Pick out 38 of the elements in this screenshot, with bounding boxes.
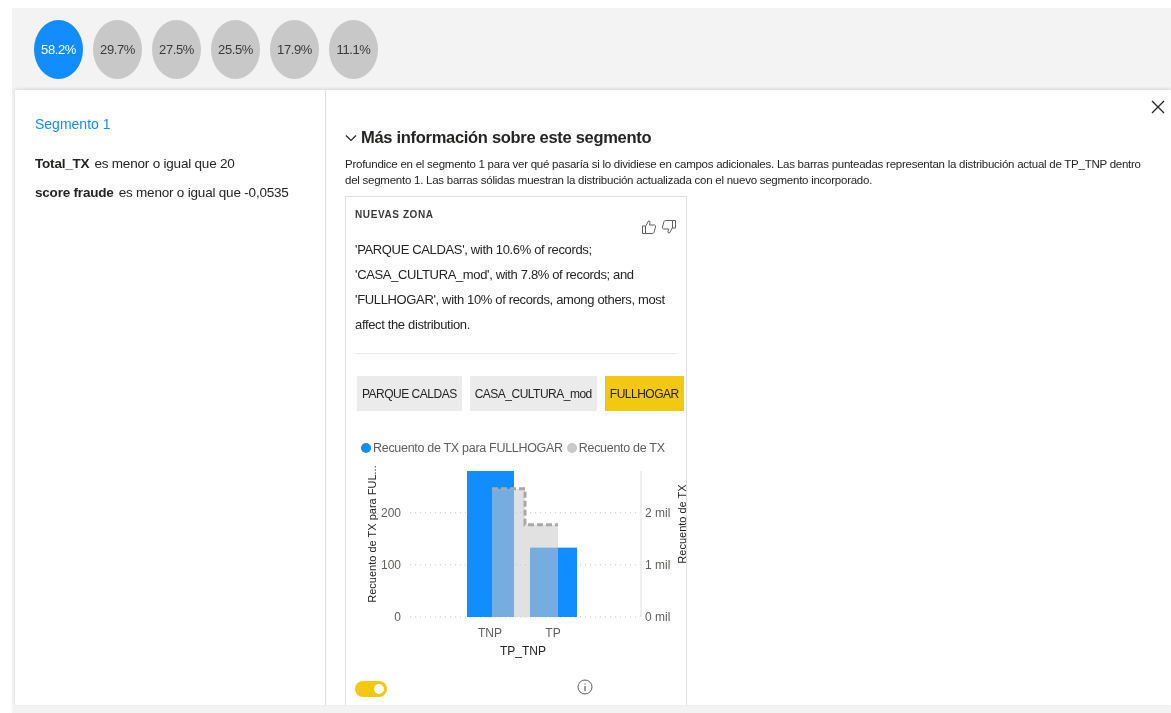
segment-bubble[interactable]: 25.5%	[211, 19, 260, 79]
condition-field: Total_TX	[35, 156, 90, 171]
close-icon[interactable]	[1151, 100, 1165, 114]
condition-field: score fraude	[35, 185, 114, 200]
chevron-icon[interactable]	[345, 132, 357, 143]
thumbs-up-icon[interactable]	[641, 219, 657, 235]
axis-title: Recuento de TX	[676, 484, 686, 564]
category-label: TP	[545, 626, 561, 640]
axis-tick-label: 0	[394, 610, 401, 624]
axis-tick-label: 0 mil	[645, 610, 671, 624]
condition-text: es menor o igual que -0,0535	[118, 185, 289, 200]
legend-label: Recuento de TX	[578, 441, 665, 455]
dashed-outline	[492, 487, 558, 527]
category-chip[interactable]: PARQUE CALDAS	[357, 376, 462, 411]
thumbs-down-icon[interactable]	[661, 219, 677, 235]
segment-bubble[interactable]: 27.5%	[152, 19, 201, 79]
insight-summary: 'PARQUE CALDAS', with 10.6% of records; 'CASA_CULTURA_mod', with 7.8% of records; and 'FULLHOGAR', with 10% of records, among others, most affect the distribution.	[355, 237, 677, 354]
segment-bubble[interactable]: 29.7%	[93, 19, 142, 79]
toggle-switch[interactable]	[355, 681, 387, 697]
segment-bubble[interactable]: 17.9%	[270, 19, 319, 79]
axis-title: Recuento de TX para FUL...	[366, 465, 378, 603]
section-description: Profundice en el segmento 1 para ver qué pasaría si lo dividiese en campos adicionales. Las barras punteadas representan la distribución actual de TP_TNP dentro del segmento 1. Las barras sólidas muestran la distribución actualizada con el nuevo segmento incorporado.	[345, 157, 1142, 188]
legend-label: Recuento de TX para FULLHOGAR	[373, 441, 563, 455]
axis-tick-label: 100	[380, 557, 401, 572]
segment-title: Segmento 1	[35, 116, 111, 132]
axis-tick-label: 2 mil	[645, 505, 671, 520]
category-label: TNP	[478, 626, 502, 640]
card-title: NUEVAS ZONA	[355, 209, 434, 222]
axis-title: TP_TNP	[500, 644, 546, 658]
axis-tick-label: 200	[380, 505, 401, 520]
bar	[530, 547, 577, 617]
segment-bubble[interactable]: 11.1%	[329, 19, 378, 79]
condition-text: es menor o igual que 20	[94, 156, 235, 171]
info-icon[interactable]	[577, 679, 593, 695]
section-heading: Más información sobre este segmento	[361, 128, 652, 147]
category-chip[interactable]: FULLHOGAR	[604, 376, 684, 411]
category-chip[interactable]: CASA_CULTURA_mod	[469, 376, 597, 411]
axis-tick-label: 1 mil	[645, 557, 671, 572]
